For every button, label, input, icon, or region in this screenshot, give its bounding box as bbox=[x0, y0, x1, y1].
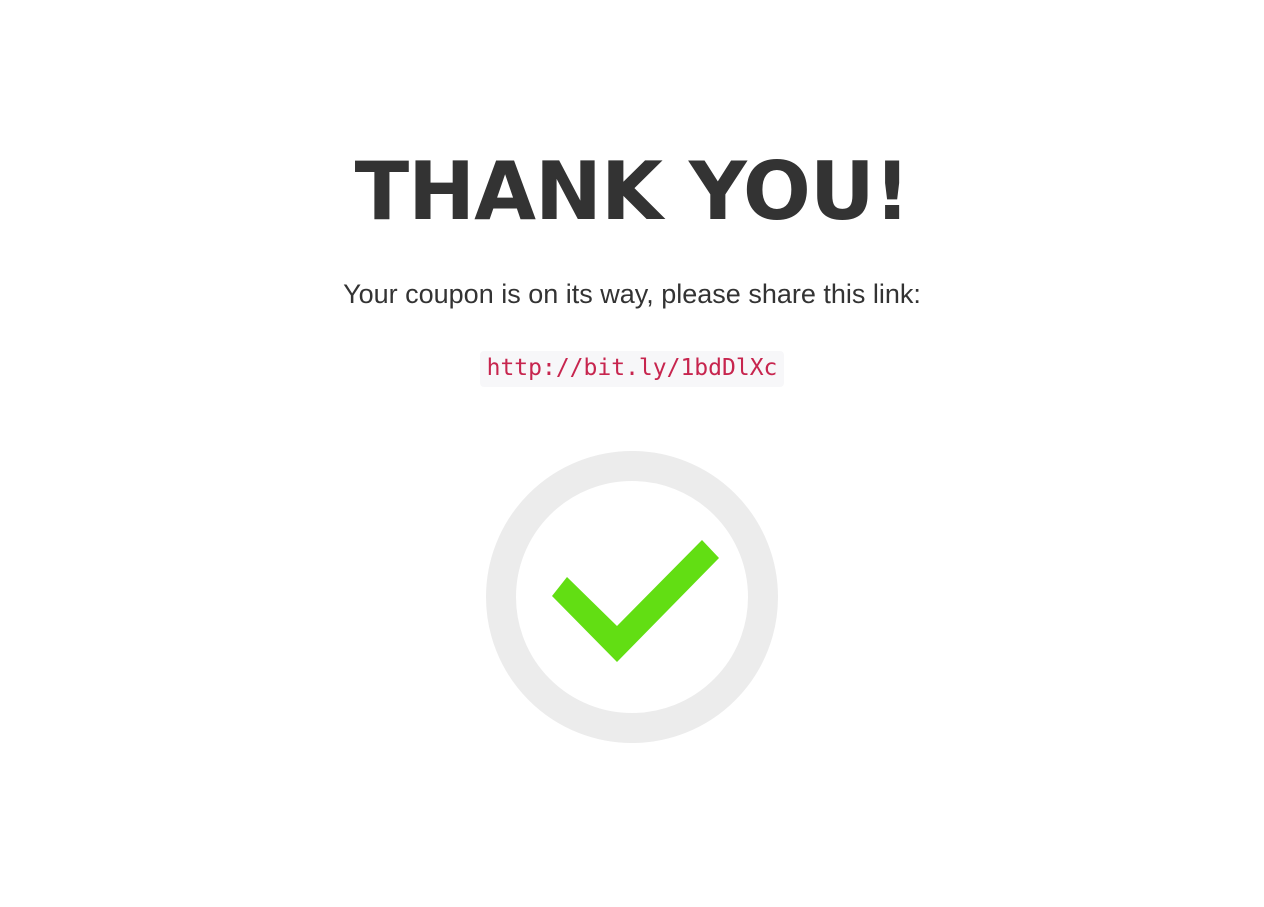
share-link[interactable]: http://bit.ly/1bdDlXc bbox=[479, 351, 785, 387]
coupon-message: Your coupon is on its way, please share … bbox=[343, 279, 921, 309]
page-title: THANK YOU! bbox=[354, 145, 911, 238]
share-link-container: http://bit.ly/1bdDlXc bbox=[0, 351, 1264, 387]
check-circle-icon bbox=[486, 451, 778, 743]
checkmark bbox=[552, 540, 719, 662]
check-ring bbox=[486, 451, 778, 743]
thank-you-page: THANK YOU! Your coupon is on its way, pl… bbox=[0, 0, 1264, 907]
